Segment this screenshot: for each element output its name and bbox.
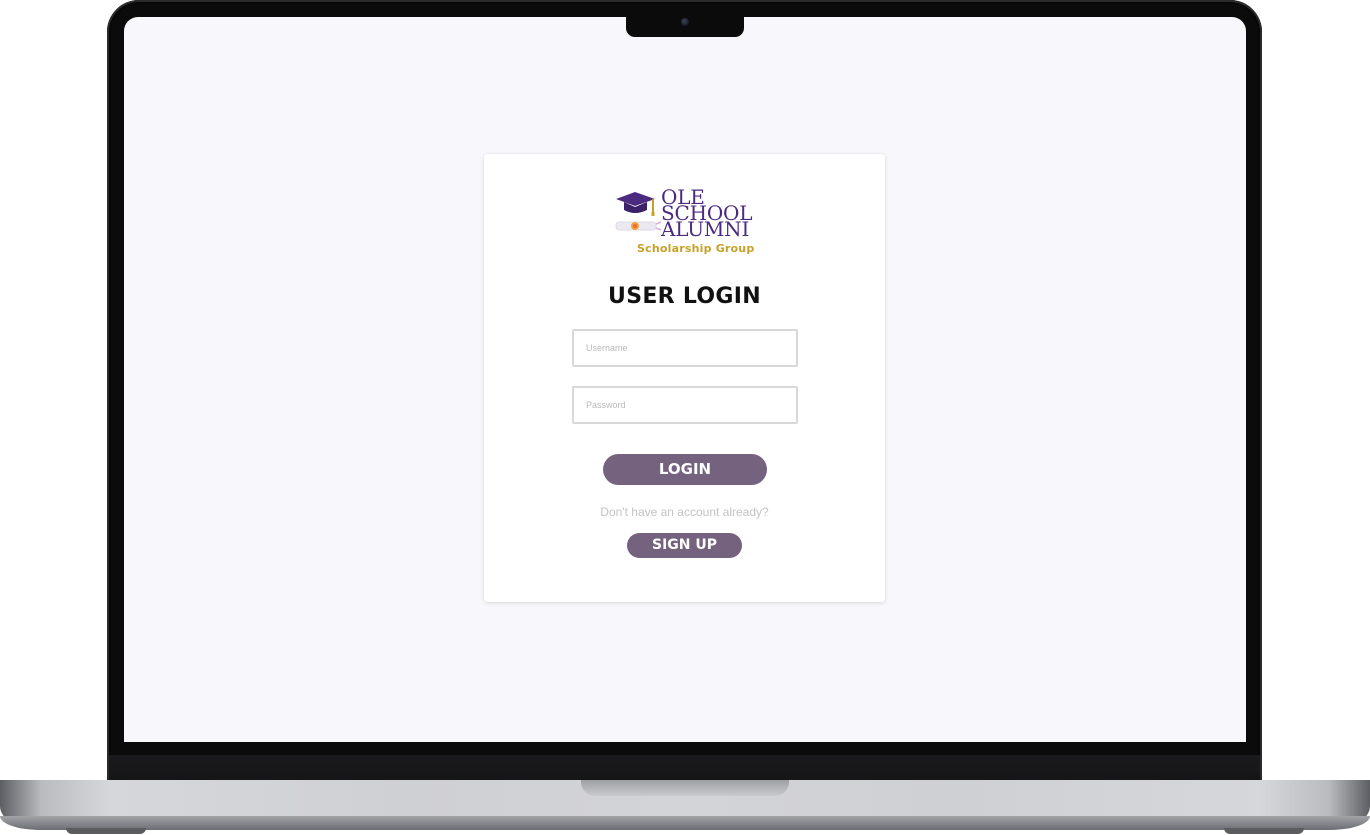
login-button[interactable]: LOGIN [603,454,767,485]
laptop-mockup: OLE SCHOOL ALUMNI Scholarship Group USER… [0,0,1370,835]
password-input[interactable] [572,386,798,424]
username-input[interactable] [572,329,798,367]
brand-subtitle: Scholarship Group [637,242,755,255]
laptop-bottom-bezel [109,755,1260,783]
laptop-foot-left [66,828,146,834]
signup-button[interactable]: SIGN UP [627,533,742,558]
laptop-opening-notch [581,780,789,796]
page-title: USER LOGIN [608,284,761,309]
signup-prompt: Don't have an account already? [600,505,769,519]
laptop-foot-right [1224,828,1304,834]
brand-name-line-3: ALUMNI [661,217,750,241]
camera-icon [681,18,689,26]
